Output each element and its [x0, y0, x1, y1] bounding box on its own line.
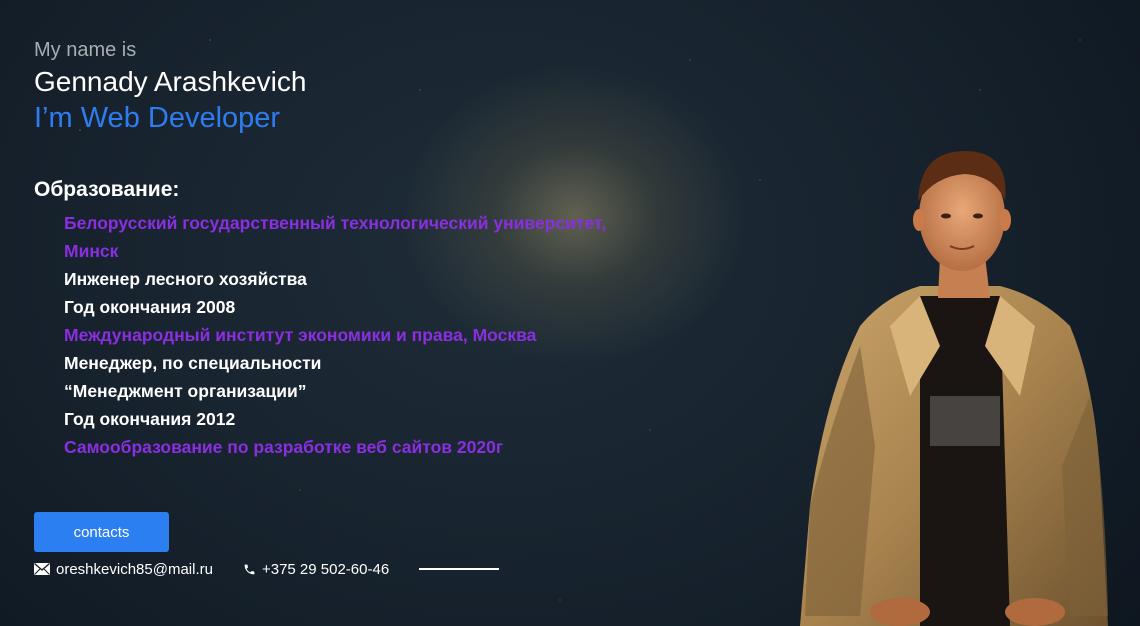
intro-text: My name is — [34, 39, 137, 61]
email-contact[interactable]: oreshkevich85@mail.ru — [34, 561, 213, 578]
education-item: Белорусский государственный технологичес… — [64, 213, 607, 261]
phone-text: +375 29 502-60-46 — [261, 560, 390, 578]
education-item: Самообразование по разработке веб сайтов… — [64, 437, 504, 457]
phone-icon — [243, 563, 256, 576]
education-list: Белорусский государственный технологичес… — [64, 209, 624, 461]
contacts-button[interactable]: contacts — [34, 512, 169, 552]
full-name: Gennady Arashkevich — [34, 66, 307, 97]
education-title: Образование: — [34, 178, 180, 201]
portrait-photo — [800, 151, 1108, 626]
contact-row: oreshkevich85@mail.ru +375 29 502-60-46 — [34, 558, 500, 580]
intro-block: My name is Gennady Arashkevich I’m Web D… — [34, 36, 306, 136]
email-text: oreshkevich85@mail.ru — [56, 560, 213, 578]
education-item: Менеджер, по специальности “Менеджмент о… — [64, 353, 322, 401]
education-item: Год окончания 2008 — [64, 297, 236, 317]
phone-contact[interactable]: +375 29 502-60-46 — [243, 561, 389, 578]
education-item: Инженер лесного хозяйства — [64, 269, 307, 289]
role-title: I’m Web Developer — [34, 102, 281, 134]
education-item: Международный институт экономики и права… — [64, 325, 537, 345]
divider-line — [419, 568, 500, 570]
envelope-icon — [34, 563, 50, 575]
education-item: Год окончания 2012 — [64, 409, 236, 429]
